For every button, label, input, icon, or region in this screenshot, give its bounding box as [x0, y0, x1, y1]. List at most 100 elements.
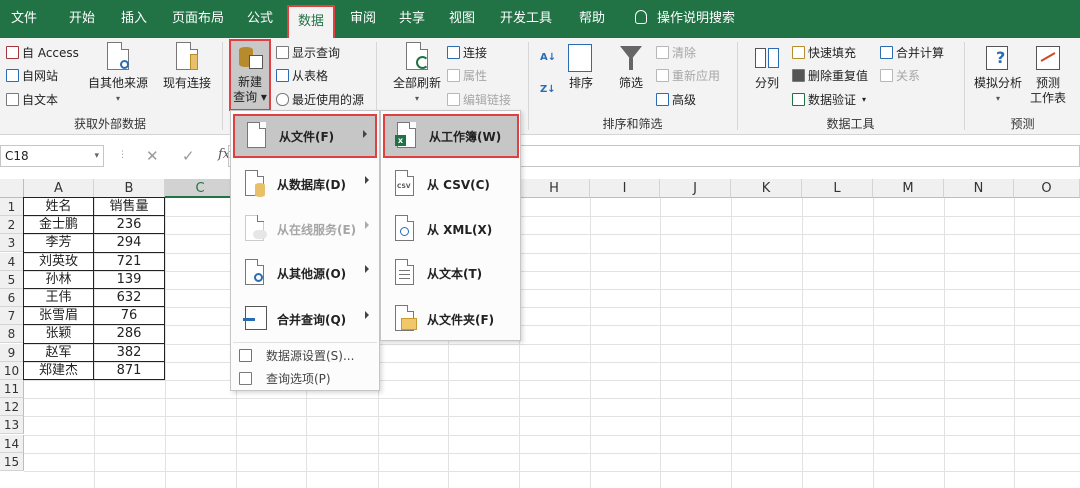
table-cell[interactable]: 李芳: [23, 234, 94, 253]
table-cell[interactable]: 郑建杰: [23, 361, 94, 380]
column-header-h[interactable]: H: [519, 179, 590, 198]
menu-item-data-source-settings[interactable]: 数据源设置(S)...: [233, 344, 377, 366]
column-header-n[interactable]: N: [944, 179, 1014, 198]
menu-item-query-options[interactable]: 查询选项(P): [233, 367, 377, 389]
menu-item-combine-queries[interactable]: 合并查询(Q): [233, 297, 377, 341]
select-all-corner[interactable]: [0, 179, 24, 198]
from-access-button[interactable]: 自 Access: [6, 44, 79, 61]
tab-home[interactable]: 开始: [60, 0, 104, 38]
tell-me-search[interactable]: 操作说明搜索: [630, 0, 740, 38]
table-cell[interactable]: 王伟: [23, 289, 94, 308]
flash-fill-button[interactable]: 快速填充: [792, 44, 856, 61]
tab-view[interactable]: 视图: [440, 0, 484, 38]
table-cell[interactable]: 139: [94, 270, 165, 289]
tab-insert[interactable]: 插入: [112, 0, 156, 38]
properties-button[interactable]: 属性: [447, 67, 487, 84]
table-cell[interactable]: 236: [94, 216, 165, 235]
row-header-12[interactable]: 12: [0, 398, 24, 417]
row-header-11[interactable]: 11: [0, 380, 24, 398]
menu-item-from-folder[interactable]: 从文件夹(F): [383, 297, 519, 341]
tab-data[interactable]: 数据: [287, 5, 335, 38]
menu-item-from-other-sources[interactable]: 从其他源(O): [233, 251, 377, 295]
column-header-o[interactable]: O: [1014, 179, 1080, 198]
row-header-7[interactable]: 7: [0, 307, 24, 326]
from-web-button[interactable]: 自网站: [6, 67, 58, 84]
row-header-5[interactable]: 5: [0, 270, 24, 289]
table-cell[interactable]: 871: [94, 361, 165, 380]
reapply-button[interactable]: 重新应用: [656, 67, 720, 84]
from-other-sources-button[interactable]: 自其他来源 ▾: [84, 42, 152, 106]
table-cell[interactable]: 721: [94, 252, 165, 271]
sort-button[interactable]: 排序: [564, 44, 598, 91]
menu-item-from-text[interactable]: 从文本(T): [383, 251, 519, 295]
table-cell[interactable]: 赵军: [23, 343, 94, 362]
column-header-c[interactable]: C: [165, 179, 236, 198]
tab-help[interactable]: 帮助: [570, 0, 614, 38]
tab-formulas[interactable]: 公式: [238, 0, 282, 38]
row-header-10[interactable]: 10: [0, 361, 24, 380]
row-header-9[interactable]: 9: [0, 343, 24, 362]
column-header-j[interactable]: J: [660, 179, 731, 198]
row-header-1[interactable]: 1: [0, 198, 24, 216]
menu-item-from-csv[interactable]: CSV 从 CSV(C): [383, 162, 519, 206]
table-cell[interactable]: 孙林: [23, 270, 94, 289]
relationships-button[interactable]: 关系: [880, 67, 920, 84]
table-header-cell[interactable]: 姓名: [23, 197, 94, 217]
row-header-8[interactable]: 8: [0, 325, 24, 344]
data-validation-button[interactable]: 数据验证 ▾: [792, 91, 866, 108]
tab-developer[interactable]: 开发工具: [494, 0, 558, 38]
tab-file[interactable]: 文件: [0, 0, 48, 38]
from-table-button[interactable]: 从表格: [276, 67, 328, 84]
forecast-sheet-button[interactable]: 预测 工作表: [1026, 44, 1070, 106]
column-header-b[interactable]: B: [94, 179, 165, 198]
row-header-2[interactable]: 2: [0, 216, 24, 235]
row-header-4[interactable]: 4: [0, 252, 24, 271]
tab-review[interactable]: 审阅: [341, 0, 385, 38]
menu-item-from-workbook[interactable]: x 从工作簿(W): [383, 114, 519, 158]
show-queries-button[interactable]: 显示查询: [276, 44, 340, 61]
menu-item-from-online-services[interactable]: 从在线服务(E): [233, 207, 377, 251]
row-header-3[interactable]: 3: [0, 234, 24, 253]
cancel-icon[interactable]: ✕: [146, 147, 159, 165]
table-cell[interactable]: 张颖: [23, 325, 94, 344]
tab-share[interactable]: 共享: [390, 0, 434, 38]
filter-button[interactable]: 筛选: [614, 44, 648, 91]
new-query-button[interactable]: 新建 查询 ▾: [229, 39, 271, 111]
consolidate-button[interactable]: 合并计算: [880, 44, 944, 61]
row-header-14[interactable]: 14: [0, 434, 24, 453]
what-if-analysis-button[interactable]: ? 模拟分析 ▾: [970, 44, 1026, 106]
row-header-6[interactable]: 6: [0, 289, 24, 307]
row-header-15[interactable]: 15: [0, 452, 24, 471]
column-header-m[interactable]: M: [873, 179, 944, 198]
text-to-columns-button[interactable]: 分列: [748, 44, 786, 91]
table-cell[interactable]: 382: [94, 343, 165, 362]
menu-item-from-database[interactable]: 从数据库(D): [233, 162, 377, 206]
refresh-all-button[interactable]: 全部刷新 ▾: [388, 42, 446, 106]
table-cell[interactable]: 76: [94, 307, 165, 326]
column-header-k[interactable]: K: [731, 179, 802, 198]
recent-sources-button[interactable]: 最近使用的源: [276, 91, 364, 108]
name-box[interactable]: C18 ▾: [0, 145, 104, 167]
column-header-l[interactable]: L: [802, 179, 873, 198]
clear-filter-button[interactable]: 清除: [656, 44, 696, 61]
enter-icon[interactable]: ✓: [182, 147, 195, 165]
connections-button[interactable]: 连接: [447, 44, 487, 61]
table-cell[interactable]: 张雪眉: [23, 307, 94, 326]
tab-page-layout[interactable]: 页面布局: [163, 0, 233, 38]
table-cell[interactable]: 刘英玫: [23, 252, 94, 271]
remove-duplicates-button[interactable]: 删除重复值: [792, 67, 868, 84]
table-cell[interactable]: 632: [94, 289, 165, 308]
table-cell[interactable]: 金士鹏: [23, 216, 94, 235]
table-cell[interactable]: 294: [94, 234, 165, 253]
sort-az-icon[interactable]: A↓: [540, 52, 556, 63]
edit-links-button[interactable]: 编辑链接: [447, 91, 511, 108]
column-header-a[interactable]: A: [24, 179, 94, 198]
table-cell[interactable]: 286: [94, 325, 165, 344]
sort-za-icon[interactable]: Z↓: [540, 84, 556, 95]
advanced-filter-button[interactable]: 高级: [656, 91, 696, 108]
table-header-cell[interactable]: 销售量: [94, 197, 165, 217]
menu-item-from-xml[interactable]: 从 XML(X): [383, 207, 519, 251]
menu-item-from-file[interactable]: 从文件(F): [233, 114, 377, 158]
existing-connections-button[interactable]: 现有连接: [158, 42, 216, 91]
from-text-button[interactable]: 自文本: [6, 91, 58, 108]
